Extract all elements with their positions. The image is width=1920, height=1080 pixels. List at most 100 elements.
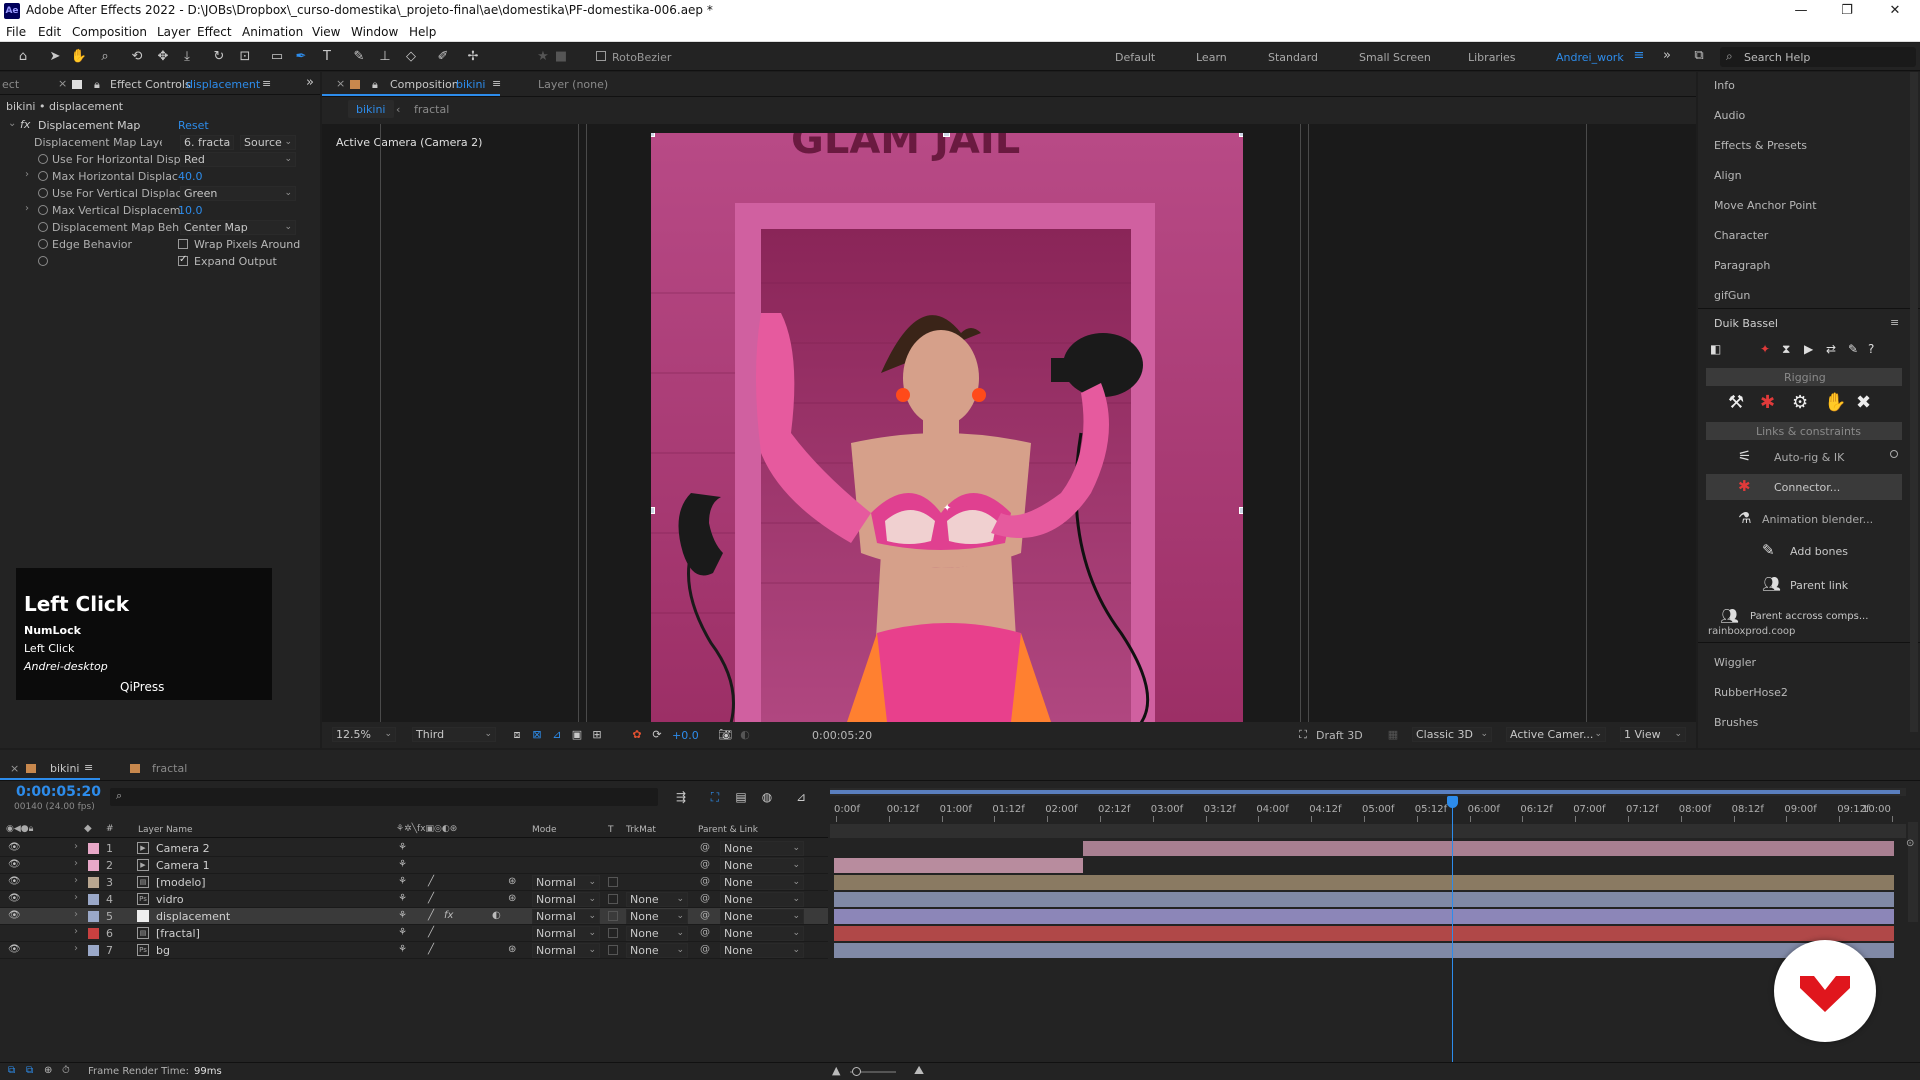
comp-nav-bikini[interactable]: bikini [348,100,394,118]
blend-mode-dropdown[interactable]: Normal ⌄ [532,892,600,907]
header-mode[interactable]: Mode [532,825,557,835]
pen-tool-icon[interactable]: ✒ [292,48,310,66]
blend-mode-dropdown[interactable]: Normal ⌄ [532,875,600,890]
duik-camera-icon[interactable]: ▶ [1804,342,1813,356]
rigging-section[interactable]: Rigging [1706,368,1902,386]
duik-hourglass-icon[interactable]: ⧗ [1782,342,1790,357]
type-tool-icon[interactable]: T [318,48,336,66]
parent-link-button[interactable]: 👥︎ Parent link [1706,572,1902,598]
twirl-right-icon[interactable]: › [74,943,78,954]
maximize-button[interactable]: ❐ [1824,0,1870,22]
panel-info[interactable]: Info [1714,79,1735,92]
pan-camera-icon[interactable]: ✥ [154,48,172,66]
workspace-learn[interactable]: Learn [1196,51,1227,64]
blend-mode-dropdown[interactable]: Normal ⌄ [532,909,600,924]
fx-icon[interactable]: fx [20,118,30,131]
twirl-right-icon[interactable]: › [74,892,78,903]
3d-layer-switch-icon[interactable]: ⊛ [508,944,516,955]
close-tab-icon[interactable]: × [336,77,345,90]
twirl-down-icon[interactable]: ⌄ [8,118,16,129]
close-tab-icon[interactable]: × [10,762,19,775]
menu-edit[interactable]: Edit [38,25,61,39]
layer-duration-bar[interactable] [834,892,1894,907]
close-button[interactable]: ✕ [1872,0,1918,22]
panel-brushes[interactable]: Brushes [1714,716,1758,729]
layer-row[interactable]: 👁︎ › 7 Ps bg ⚘ ╱ ⊛ Normal ⌄ None ⌄ @ None ⌄ [0,942,828,959]
preserve-transparency-checkbox[interactable] [608,877,618,887]
map-layer-dropdown[interactable]: 6. fracta ⌄ [180,135,234,150]
visibility-eye-icon[interactable]: 👁︎ [8,910,21,921]
quality-switch-icon[interactable]: ╱ [428,910,434,921]
stopwatch-icon[interactable] [38,188,48,198]
menu-help[interactable]: Help [409,25,436,39]
twirl-right-icon[interactable]: › [74,858,78,869]
layer-row[interactable]: 👁︎ › 5 displacement ⚘ ╱ fx ◐ Normal ⌄ None ⌄ @ None ⌄ [0,908,828,925]
panel-menu-icon[interactable]: ≡ [84,761,93,774]
panel-rubberhose[interactable]: RubberHose2 [1714,686,1788,699]
duik-credit[interactable]: rainboxprod.coop [1708,626,1795,637]
current-time-display[interactable]: 0:00:05:20 [812,729,872,742]
shy-switch-icon[interactable]: ⚘ [398,876,407,887]
visibility-eye-icon[interactable]: 👁︎ [8,893,21,904]
layer-duration-bar[interactable] [834,943,1894,958]
parent-dropdown[interactable]: None ⌄ [720,926,804,941]
transparency-grid-icon[interactable]: ⊠ [528,726,546,744]
rectangle-tool-icon[interactable]: ▭ [268,48,286,66]
comp-mini-flowchart-icon[interactable]: ⇶ [672,788,690,806]
stopwatch-icon[interactable] [38,256,48,266]
vertical-channel-dropdown[interactable]: Green ⌄ [180,186,296,201]
pick-whip-icon[interactable]: @ [700,944,710,955]
effect-header-row[interactable]: ⌄ fx Displacement Map Reset [0,117,310,134]
panel-menu-icon[interactable]: ≡ [492,77,501,90]
transform-handle[interactable] [651,507,655,514]
selection-tool-icon[interactable]: ➤ [46,48,64,66]
panel-align[interactable]: Align [1714,169,1742,182]
pick-whip-icon[interactable]: @ [700,927,710,938]
brush-tool-icon[interactable]: ✎ [350,48,368,66]
parent-dropdown[interactable]: None ⌄ [720,943,804,958]
menu-file[interactable]: File [6,25,26,39]
panel-wiggler[interactable]: Wiggler [1714,656,1756,669]
parent-dropdown[interactable]: None ⌄ [720,909,804,924]
layer-name[interactable]: [fractal] [156,927,200,940]
3d-layer-switch-icon[interactable]: ⊛ [508,876,516,887]
visibility-eye-icon[interactable]: 👁︎ [8,876,21,887]
duik-swap-icon[interactable]: ⇄ [1826,342,1836,356]
layer-name[interactable]: vidro [156,893,184,906]
workspace-default[interactable]: Default [1115,51,1155,64]
stopwatch-icon[interactable] [38,171,48,181]
track-matte-dropdown[interactable]: None ⌄ [626,909,688,924]
duik-tools-icon[interactable]: ✖ [1856,392,1871,413]
sync-settings-icon[interactable]: ⧉ [1690,47,1708,65]
pan-behind-tool-icon[interactable]: ⊡ [236,48,254,66]
quality-switch-icon[interactable]: ╱ [428,893,434,904]
layer-duration-bar[interactable] [834,926,1894,941]
mask-visibility-icon[interactable]: ⊿ [548,726,566,744]
header-layer-name[interactable]: Layer Name [138,825,193,835]
panel-character[interactable]: Character [1714,229,1768,242]
layer-row[interactable]: 👁︎ › 4 Ps vidro ⚘ ╱ ⊛ Normal ⌄ None ⌄ @ None ⌄ [0,891,828,908]
duik-menu-icon[interactable]: ≡ [1890,316,1899,329]
panel-gifgun[interactable]: gifGun [1714,289,1750,302]
duik-hand-icon[interactable]: ✋ [1824,392,1846,413]
zoom-slider[interactable] [850,1067,896,1076]
twirl-right-icon[interactable]: › [25,203,29,214]
duik-gear-icon[interactable]: ⚙ [1792,392,1808,413]
layer-row[interactable]: 👁︎ › 1 ▶ Camera 2 ⚘ @ None ⌄ [0,840,828,857]
transform-handle[interactable] [1239,133,1243,137]
workspace-andrei-work[interactable]: Andrei_work [1556,51,1624,64]
puppet-tool-icon[interactable]: ✢ [464,48,482,66]
layer-row[interactable]: › 6 ▤ [fractal] ⚘ ╱ Normal ⌄ None ⌄ @ None ⌄ [0,925,828,942]
preserve-transparency-checkbox[interactable] [608,911,618,921]
adjustment-switch-icon[interactable]: ◐ [492,910,501,921]
view-layout-dropdown[interactable]: 1 View ⌄ [1620,727,1686,742]
stopwatch-icon[interactable] [38,154,48,164]
layer-row[interactable]: 👁︎ › 3 ▤ [modelo] ⚘ ╱ ⊛ Normal ⌄ @ None ⌄ [0,874,828,891]
layer-switches-icon[interactable]: ⧉ [8,1065,15,1076]
shy-switch-icon[interactable]: ⚘ [398,893,407,904]
reset-exposure-icon[interactable]: ⟳ [648,726,666,744]
workspace-menu-icon[interactable]: ≡ [1630,47,1648,65]
hand-tool-icon[interactable]: ✋ [70,48,88,66]
header-trkmat[interactable]: TrkMat [626,825,656,835]
autorig-ik-button[interactable]: ⚟ Auto-rig & IK [1706,444,1902,470]
